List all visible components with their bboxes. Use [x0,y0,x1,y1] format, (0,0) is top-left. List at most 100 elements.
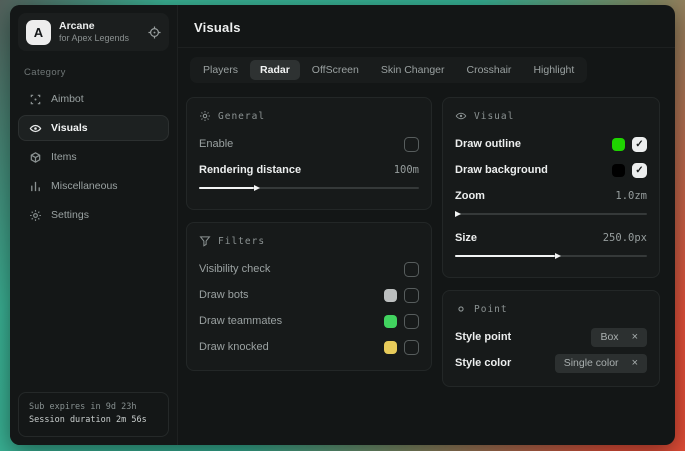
app-subtitle: for Apex Legends [59,33,140,44]
point-panel: Point Style point Box × Style color Sing… [442,290,660,387]
sidebar-item-label: Items [51,151,77,163]
gear-icon [199,110,211,122]
tab-radar[interactable]: Radar [250,60,300,80]
app-header-card: A Arcane for Apex Legends [18,13,169,51]
app-window: A Arcane for Apex Legends Category [10,5,675,445]
panel-title: Point [474,304,508,315]
draw-knocked-row: Draw knocked [199,334,419,360]
draw-outline-label: Draw outline [455,138,521,150]
draw-knocked-label: Draw knocked [199,341,269,353]
crosshair-icon [29,93,42,106]
visibility-check-row: Visibility check [199,256,419,282]
slider-thumb[interactable] [455,211,461,217]
visual-panel: Visual Draw outline ✓ Draw background [442,97,660,278]
draw-bots-checkbox[interactable] [404,288,419,303]
sidebar-item-label: Aimbot [51,93,84,105]
box-icon [29,151,42,164]
filters-panel: Filters Visibility check Draw bots [186,222,432,371]
draw-teammates-row: Draw teammates [199,308,419,334]
draw-outline-checkbox[interactable]: ✓ [632,137,647,152]
tab-crosshair[interactable]: Crosshair [457,60,522,80]
panel-title: General [218,111,265,122]
zoom-row: Zoom 1.0zm [455,183,647,209]
slider-thumb[interactable] [555,253,561,259]
tab-skin-changer[interactable]: Skin Changer [371,60,455,80]
sidebar-item-items[interactable]: Items [18,144,169,170]
size-row: Size 250.0px [455,225,647,251]
style-point-row: Style point Box × [455,324,647,350]
session-card: Sub expires in 9d 23h Session duration 2… [18,392,169,437]
style-point-select[interactable]: Box × [591,328,647,347]
zoom-slider[interactable] [455,210,647,218]
style-color-value: Single color [564,357,619,369]
target-icon[interactable] [148,26,161,39]
rendering-distance-row: Rendering distance 100m [199,157,419,183]
category-nav: Aimbot Visuals Items [18,86,169,228]
draw-teammates-checkbox[interactable] [404,314,419,329]
draw-knocked-color-swatch[interactable] [384,341,397,354]
sidebar-item-settings[interactable]: Settings [18,202,169,228]
draw-bots-label: Draw bots [199,289,249,301]
main-header: Visuals [178,5,675,48]
draw-background-row: Draw background ✓ [455,157,647,183]
rendering-distance-slider[interactable] [199,184,419,192]
rendering-distance-label: Rendering distance [199,164,301,176]
chart-bars-icon [29,180,42,193]
visibility-check-checkbox[interactable] [404,262,419,277]
tab-highlight[interactable]: Highlight [523,60,584,80]
size-value: 250.0px [603,232,647,244]
enable-checkbox[interactable] [404,137,419,152]
filter-icon [199,235,211,247]
style-color-row: Style color Single color × [455,350,647,376]
zoom-value: 1.0zm [615,190,647,202]
draw-bots-color-swatch[interactable] [384,289,397,302]
sub-expiry-text: Sub expires in 9d 23h [29,401,158,415]
app-logo: A [26,20,51,45]
enable-label: Enable [199,138,233,150]
eye-icon [455,110,467,122]
tab-offscreen[interactable]: OffScreen [302,60,369,80]
dot-icon [455,303,467,315]
general-panel: General Enable Rendering distance 100m [186,97,432,210]
app-name: Arcane [59,20,140,33]
draw-outline-color-swatch[interactable] [612,138,625,151]
visibility-check-label: Visibility check [199,263,270,275]
draw-bots-row: Draw bots [199,282,419,308]
sidebar-item-miscellaneous[interactable]: Miscellaneous [18,173,169,199]
session-duration-text: Session duration 2m 56s [29,414,158,428]
sidebar-item-label: Settings [51,209,89,221]
main-area: Visuals Players Radar OffScreen Skin Cha… [178,5,675,445]
panel-title: Visual [474,111,514,122]
draw-outline-row: Draw outline ✓ [455,131,647,157]
draw-background-color-swatch[interactable] [612,164,625,177]
page-title: Visuals [194,20,659,35]
style-point-value: Box [600,331,618,343]
close-icon[interactable]: × [632,331,638,343]
size-label: Size [455,232,477,244]
size-slider[interactable] [455,252,647,260]
close-icon[interactable]: × [632,357,638,369]
draw-knocked-checkbox[interactable] [404,340,419,355]
enable-row: Enable [199,131,419,157]
slider-thumb[interactable] [254,185,260,191]
sidebar-item-visuals[interactable]: Visuals [18,115,169,141]
panel-title: Filters [218,236,265,247]
style-color-select[interactable]: Single color × [555,354,647,373]
style-color-label: Style color [455,357,511,369]
category-label: Category [24,67,163,78]
zoom-label: Zoom [455,190,485,202]
sidebar: A Arcane for Apex Legends Category [10,5,178,445]
gear-icon [29,209,42,222]
sidebar-item-label: Visuals [51,122,88,134]
content: General Enable Rendering distance 100m [178,85,675,387]
sidebar-item-label: Miscellaneous [51,180,118,192]
eye-scan-icon [29,122,42,135]
draw-background-checkbox[interactable]: ✓ [632,163,647,178]
sidebar-item-aimbot[interactable]: Aimbot [18,86,169,112]
draw-background-label: Draw background [455,164,548,176]
visuals-tab-bar: Players Radar OffScreen Skin Changer Cro… [190,57,587,83]
draw-teammates-color-swatch[interactable] [384,315,397,328]
rendering-distance-value: 100m [394,164,419,176]
tab-players[interactable]: Players [193,60,248,80]
style-point-label: Style point [455,331,511,343]
